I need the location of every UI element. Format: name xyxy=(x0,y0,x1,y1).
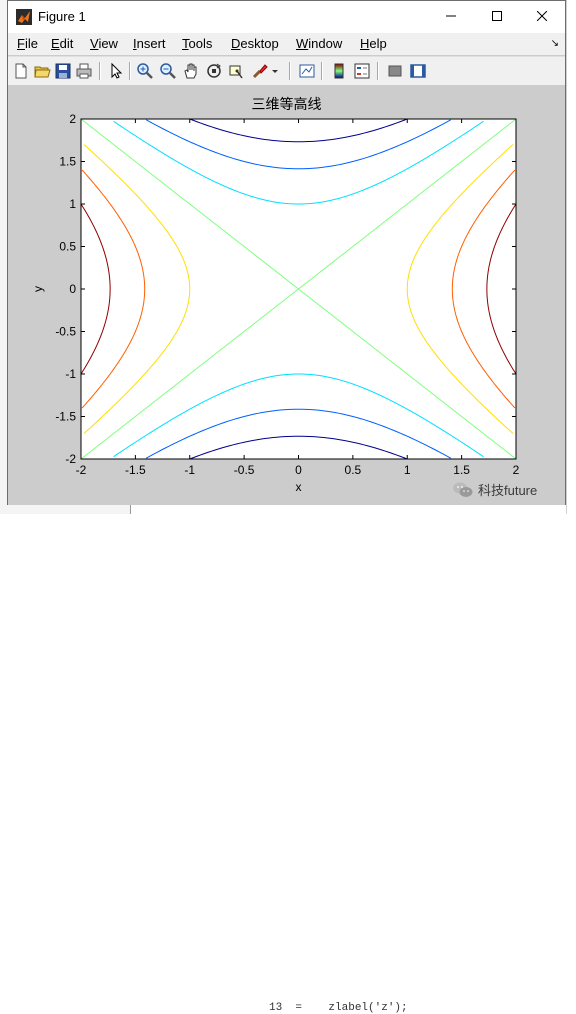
data-cursor-icon[interactable] xyxy=(228,62,246,80)
toolbar-separator xyxy=(99,62,101,80)
colorbar-icon[interactable] xyxy=(330,62,348,80)
menu-view[interactable]: View xyxy=(90,36,118,51)
dock-arrow-icon[interactable]: ↘ xyxy=(551,38,559,49)
toolbar-separator xyxy=(289,62,291,80)
menu-desktop[interactable]: Desktop xyxy=(231,36,279,51)
toolbar-separator xyxy=(321,62,323,80)
save-icon[interactable] xyxy=(54,62,72,80)
x-tick-label: 1 xyxy=(404,463,411,477)
watermark-text: 科技future xyxy=(478,483,538,498)
x-tick-label: 0.5 xyxy=(345,463,362,477)
figure-toolbar xyxy=(8,56,565,86)
y-tick-label: 0 xyxy=(69,282,76,296)
title-bar[interactable]: Figure 1 xyxy=(8,1,565,33)
brush-icon[interactable] xyxy=(251,62,269,80)
brush-dropdown-icon[interactable] xyxy=(270,62,280,80)
y-tick-label: -0.5 xyxy=(55,325,76,339)
x-tick-label: -0.5 xyxy=(234,463,255,477)
y-tick-label: 1.5 xyxy=(59,155,76,169)
toolbar-separator xyxy=(129,62,131,80)
legend-icon[interactable] xyxy=(353,62,371,80)
x-tick-label: -2 xyxy=(76,463,87,477)
y-tick-label: -2 xyxy=(65,452,76,466)
watermark: 科技future xyxy=(452,480,537,499)
contour-plot: -2 -1.5 -1 -0.5 0 0.5 1 1.5 2 2 1.5 1 0.5 0 -0.5 -1 -1.5… xyxy=(31,112,520,494)
hide-plot-tools-icon[interactable] xyxy=(386,62,404,80)
y-tick-label: -1.5 xyxy=(55,410,76,424)
menu-edit[interactable]: Edit xyxy=(51,36,73,51)
x-tick-label: 2 xyxy=(513,463,520,477)
menu-window[interactable]: Window xyxy=(296,36,342,51)
menu-help[interactable]: Help xyxy=(360,36,387,51)
new-figure-icon[interactable] xyxy=(12,62,30,80)
editor-code-text: 13 = zlabel('z'); xyxy=(269,1002,408,1014)
wechat-icon xyxy=(453,482,473,497)
x-tick-label: -1.5 xyxy=(125,463,146,477)
maximize-icon xyxy=(492,11,502,21)
figure-window: Figure 1 File Edit View Insert Tools Des… xyxy=(7,0,566,505)
maximize-button[interactable] xyxy=(474,1,520,31)
figure-canvas: 三维等高线 -2 -1.5 -1 -0.5 0 0.5 1 1.5 2 2 1.5 1 0.5 0 -0.5… xyxy=(8,85,565,505)
show-plot-tools-icon[interactable] xyxy=(409,62,427,80)
menu-insert[interactable]: Insert xyxy=(133,36,166,51)
menu-bar: File Edit View Insert Tools Desktop Wind… xyxy=(8,33,565,55)
x-tick-label: 0 xyxy=(295,463,302,477)
close-button[interactable] xyxy=(519,1,565,31)
pan-hand-icon[interactable] xyxy=(182,62,200,80)
y-tick-label: 0.5 xyxy=(59,240,76,254)
x-tick-label: -1 xyxy=(184,463,195,477)
y-tick-label: 1 xyxy=(69,197,76,211)
y-tick-label: 2 xyxy=(69,112,76,126)
matlab-app-icon xyxy=(16,9,32,25)
minimize-icon xyxy=(446,15,456,17)
y-tick-label: -1 xyxy=(65,367,76,381)
close-icon xyxy=(537,11,547,21)
menu-file[interactable]: File xyxy=(17,36,38,51)
x-axis-label: x xyxy=(296,480,302,494)
x-tick-label: 1.5 xyxy=(453,463,470,477)
menu-tools[interactable]: Tools xyxy=(182,36,212,51)
open-file-icon[interactable] xyxy=(33,62,51,80)
print-icon[interactable] xyxy=(75,62,93,80)
y-axis-label: y xyxy=(31,286,45,292)
edit-plot-arrow-icon[interactable] xyxy=(107,62,125,80)
toolbar-separator xyxy=(377,62,379,80)
minimize-button[interactable] xyxy=(428,1,474,31)
editor-gutter xyxy=(566,0,576,514)
zoom-out-icon[interactable] xyxy=(159,62,177,80)
window-title: Figure 1 xyxy=(38,9,86,24)
zoom-in-icon[interactable] xyxy=(136,62,154,80)
link-plot-icon[interactable] xyxy=(298,62,316,80)
rotate-3d-icon[interactable] xyxy=(205,62,223,80)
